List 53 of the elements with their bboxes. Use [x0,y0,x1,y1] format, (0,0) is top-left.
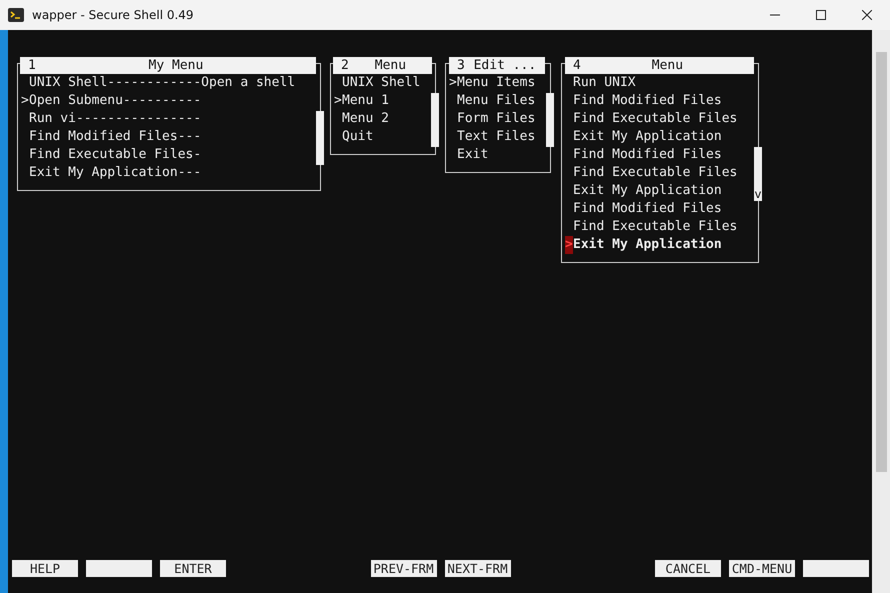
menu-item[interactable]: Find Modified Files [565,92,758,110]
menu-item[interactable]: Find Modified Files [565,200,758,218]
menu-item[interactable]: Run vi---------------- [21,110,320,128]
scroll-down-mark: v [754,187,762,201]
scroll-thumb[interactable] [316,111,324,165]
menu-heading: Edit ... [472,58,538,73]
function-key[interactable]: PREV-FRM [370,560,436,577]
menu-item[interactable]: Text Files [449,128,550,146]
menu-item[interactable]: Find Modified Files--- [21,128,320,146]
window-title: wapper - Secure Shell 0.49 [32,8,195,22]
menu-item[interactable]: >Menu 1 [334,92,435,110]
function-key[interactable]: CANCEL [655,560,721,577]
menu-item[interactable]: Menu 2 [334,110,435,128]
menu-heading: My Menu [148,58,204,73]
menu-item[interactable]: Exit [449,146,550,164]
menu-number: 3 [456,58,465,73]
scrollbar-thumb[interactable] [876,52,886,472]
menu-item[interactable]: Exit My Application [565,128,758,146]
selection-pointer: > [449,74,457,92]
function-key[interactable]: ENTER [160,560,226,577]
menu-number: 4 [572,58,581,73]
function-key[interactable]: CMD-MENU [729,560,795,577]
maximize-icon [816,10,826,20]
menu-number: 2 [340,58,349,73]
scrollbar[interactable] [872,30,890,593]
menu-heading: Menu [374,58,408,73]
menu-item[interactable]: Find Executable Files [565,218,758,236]
menu-item[interactable]: Exit My Application--- [21,164,320,182]
scroll-thumb[interactable] [546,93,554,147]
menu-item[interactable]: Menu Files [449,92,550,110]
function-key[interactable]: NEXT-FRM [444,560,510,577]
menu-item[interactable]: >Open Submenu---------- [21,92,320,110]
function-key[interactable]: HELP [12,560,78,577]
blank-function-key[interactable] [86,560,152,577]
menu-item[interactable]: Form Files [449,110,550,128]
terminal-icon [8,7,24,23]
selection-pointer: > [565,236,573,254]
scroll-thumb[interactable] [431,93,439,147]
selection-pointer: > [21,92,29,110]
menu-item[interactable]: Quit [334,128,435,146]
menu-item[interactable]: Find Executable Files [565,110,758,128]
menu-number: 1 [27,58,36,73]
menu-item[interactable]: >Exit My Application [565,236,758,254]
scroll-thumb[interactable]: v [754,147,762,201]
menu-item[interactable]: UNIX Shell------------Open a shell [21,74,320,92]
menu-heading: Menu [650,58,684,73]
close-icon [862,10,872,20]
menu-item[interactable]: >Menu Items [449,74,550,92]
menu-item[interactable]: Find Executable Files- [21,146,320,164]
selection-pointer: > [334,92,342,110]
menu-item[interactable]: UNIX Shell [334,74,435,92]
menu-item[interactable]: Run UNIX [565,74,758,92]
blank-function-key[interactable] [803,560,869,577]
